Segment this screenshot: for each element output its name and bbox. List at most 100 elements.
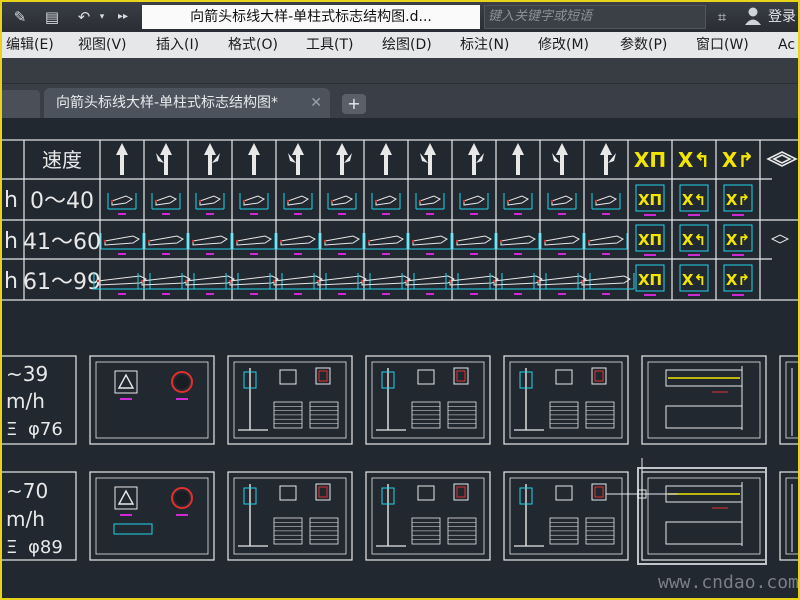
cell-drawing [503,193,533,215]
drawing-sheet[interactable] [641,355,767,445]
straight-left-arrow-icon [156,143,172,175]
info-line: m/h [6,507,45,531]
svg-text:X↰: X↰ [682,271,706,289]
edit-icon[interactable]: ✎ [10,7,30,27]
title-bar: ✎ ▤ ↶ ▾ ▸▸ 向箭头标线大样-单柱式标志结构图.d... 键入关键字或短… [2,2,798,32]
autocad-window: ✎ ▤ ↶ ▾ ▸▸ 向箭头标线大样-单柱式标志结构图.d... 键入关键字或短… [0,0,800,600]
cell-drawing [239,193,269,215]
menu-format[interactable]: 格式(O) [228,35,278,55]
add-tab-button[interactable]: + [342,94,366,114]
speed-value: 41～60 [23,230,101,255]
cell-drawing [327,193,357,215]
drawing-svg: 速度 h h h 0～40 41～60 61～99 XΠ X↰ X↱ XΠ X↰ X↱X… [2,139,800,565]
menu-modify[interactable]: 修改(M) [538,35,589,55]
cell-drawing [770,234,790,244]
ribbon-band [2,58,798,84]
menu-insert[interactable]: 插入(I) [156,35,199,55]
right-straight-arrow-icon [468,143,484,175]
cell-drawing [540,233,584,255]
info-block: ~70 m/h φ89 Ξ [2,471,77,561]
cell-drawing: X↱ [723,224,753,256]
cell-drawing [100,233,144,255]
search-input[interactable]: 键入关键字或短语 [484,5,706,29]
user-icon[interactable] [744,6,762,26]
drawing-sheet[interactable] [365,355,491,445]
menu-dimension[interactable]: 标注(N) [460,35,509,55]
cell-drawing [415,193,445,215]
svg-text:XΠ: XΠ [638,191,662,209]
bear-right-arrow-icon [600,143,616,175]
cell-drawing: X↰ [679,184,709,216]
drawing-sheet[interactable] [89,355,215,445]
cell-drawing [320,233,364,255]
login-link[interactable]: 登录 [768,6,796,28]
chevron-down-icon[interactable]: ▾ [96,7,108,27]
cell-drawing [459,193,489,215]
cell-drawing [547,193,577,215]
tab-previous[interactable] [2,90,40,118]
drawing-sheet[interactable] [641,471,767,561]
cell-drawing: XΠ [635,184,665,216]
arrow-cell-drawings: XΠ X↰ X↱ XΠ X↰ X↱ XΠ X↰ X↱ [93,184,790,296]
fork-arrow-icon [512,143,524,175]
info-block: ~39 m/h φ76 Ξ [2,355,77,445]
merge-split-yellow-icon: X↱ [722,148,754,172]
more-icon[interactable]: ▸▸ [116,7,130,27]
tab-active-drawing[interactable]: 向箭头标线大样-单柱式标志结构图* ✕ [44,88,330,118]
cell-drawing: X↱ [723,184,753,216]
print-icon[interactable]: ▤ [42,7,62,27]
svg-text:X↱: X↱ [726,271,750,289]
cell-drawing [107,193,137,215]
menu-view[interactable]: 视图(V) [78,35,127,55]
info-line-prefix: Ξ [6,419,17,440]
cell-drawing [577,273,635,295]
svg-text:XΠ: XΠ [638,231,662,249]
drawing-sheet[interactable] [779,355,800,445]
watermark: www.cndao.com [658,572,799,593]
cell-drawing [276,233,320,255]
tab-label: 向箭头标线大样-单柱式标志结构图* [56,95,279,111]
undo-icon[interactable]: ↶ [74,7,94,27]
row-fragment: h [4,229,18,254]
left-straight-arrow-icon [420,143,436,175]
drawing-sheet[interactable] [779,471,800,561]
menu-window[interactable]: 窗口(W) [696,35,749,55]
menu-bar: 编辑(E) 视图(V) 插入(I) 格式(O) 工具(T) 绘图(D) 标注(N… [2,32,798,58]
svg-text:X↰: X↰ [682,231,706,249]
menu-more[interactable]: Ac [778,35,795,55]
drawing-canvas[interactable]: 速度 h h h 0～40 41～60 61～99 XΠ X↰ X↱ XΠ X↰ X↱ X… [2,118,800,598]
svg-text:X↱: X↱ [726,191,750,209]
menu-parametric[interactable]: 参数(P) [620,35,667,55]
straight-arrow-icon [116,143,128,175]
drawing-sheet[interactable] [503,471,629,561]
close-icon[interactable]: ✕ [310,88,322,118]
arrow-header-icons: XΠ X↰ X↱ [116,143,798,175]
drawing-sheet[interactable] [89,471,215,561]
selection-box [637,467,767,565]
menu-draw[interactable]: 绘图(D) [382,35,432,55]
menu-tools[interactable]: 工具(T) [306,35,353,55]
drawing-sheet[interactable] [227,355,353,445]
drawing-sheet[interactable] [365,471,491,561]
drawing-sheet[interactable] [227,471,353,561]
info-line: φ89 [28,537,63,558]
cell-drawing [452,233,496,255]
info-line: ~70 [6,479,48,503]
svg-text:X↰: X↰ [678,148,710,172]
cell-drawing [591,193,621,215]
menu-edit[interactable]: 编辑(E) [6,35,54,55]
svg-text:XΠ: XΠ [634,148,666,172]
info-line-prefix: Ξ [6,537,17,558]
row-fragment: h [4,188,18,213]
binoculars-icon[interactable]: ⌗ [712,7,732,27]
drawing-sheets [89,355,800,565]
cell-drawing [408,233,452,255]
bear-left-arrow-icon [552,143,568,175]
info-line: m/h [6,389,45,413]
cell-drawing: XΠ [635,264,665,296]
cell-drawing [232,233,276,255]
speed-value: 0～40 [30,189,94,214]
window-title: 向箭头标线大样-单柱式标志结构图.d... [142,5,480,29]
drawing-sheet[interactable] [503,355,629,445]
diamond-icon [766,151,798,167]
